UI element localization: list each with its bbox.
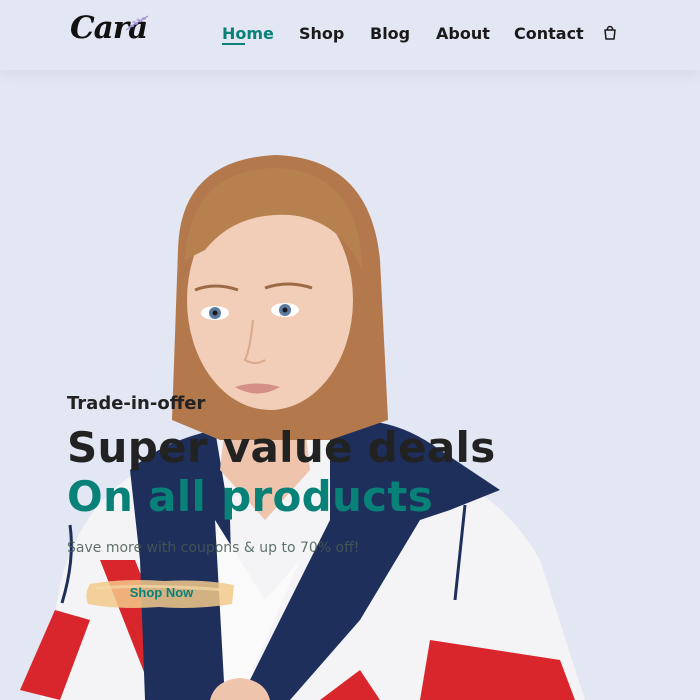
- shop-now-button[interactable]: Shop Now: [84, 576, 239, 612]
- nav-contact[interactable]: Contact: [514, 24, 584, 43]
- hero-title-line2: On all products: [67, 472, 434, 521]
- main-nav: Home Shop Blog About Contact: [0, 24, 700, 54]
- hero-kicker: Trade-in-offer: [67, 393, 206, 414]
- nav-about[interactable]: About: [436, 24, 490, 43]
- shopping-bag-icon[interactable]: [602, 25, 618, 41]
- nav-home[interactable]: Home: [222, 24, 274, 43]
- hero-title-line1: Super value deals: [67, 423, 496, 472]
- hero-subtitle: Save more with coupons & up to 70% off!: [67, 540, 360, 556]
- nav-shop[interactable]: Shop: [299, 24, 344, 43]
- nav-blog[interactable]: Blog: [370, 24, 410, 43]
- nav-active-underline: [222, 43, 245, 45]
- shop-now-label: Shop Now: [129, 585, 194, 600]
- site-header: Cara Home Shop Blog About Contact: [0, 0, 700, 70]
